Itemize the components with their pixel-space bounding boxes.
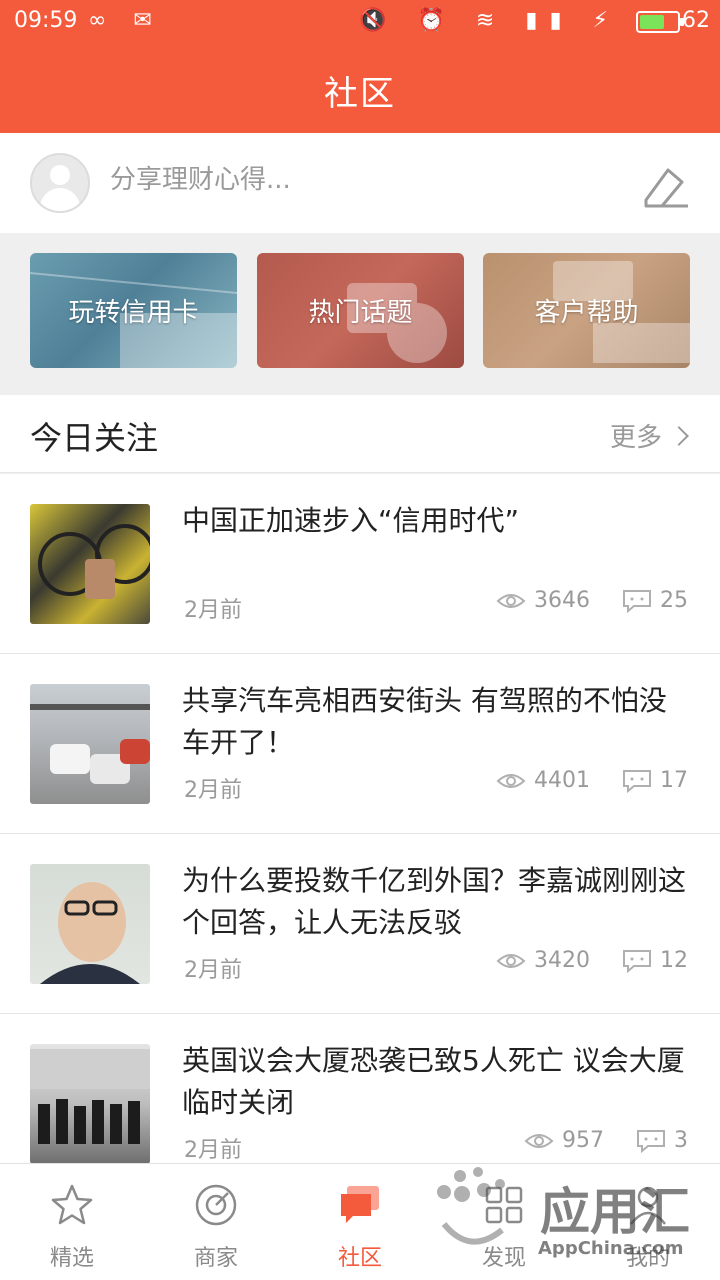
tab-label: 我的: [625, 1246, 670, 1271]
eye-icon: [496, 953, 526, 968]
eye-icon: [496, 773, 526, 788]
user-icon: [630, 1186, 666, 1225]
category-hot-topics[interactable]: 热门话题: [257, 253, 464, 368]
news-title: 共享汽车亮相西安街头 有驾照的不怕没车开了！: [182, 684, 667, 759]
category-customer-help[interactable]: 客户帮助: [483, 253, 690, 368]
title-bar: 社区: [0, 44, 720, 133]
comments-count: 3: [636, 1128, 688, 1153]
page-title: 社区: [324, 74, 396, 114]
tab-label: 发现: [481, 1246, 526, 1271]
section-header: 今日关注 更多: [0, 395, 720, 473]
comments-count: 12: [622, 948, 688, 973]
chat-bubbles-icon: [341, 1186, 379, 1223]
news-thumbnail: [30, 684, 150, 804]
share-input[interactable]: [110, 165, 590, 195]
views-value: 3420: [534, 948, 590, 973]
tab-label: 商家: [193, 1246, 238, 1271]
infinity-icon: ∞ ✉: [88, 8, 162, 33]
category-credit-card[interactable]: 玩转信用卡: [30, 253, 237, 368]
views-value: 3646: [534, 588, 590, 613]
more-link[interactable]: 更多: [609, 417, 689, 454]
news-thumbnail: [30, 864, 150, 984]
section-title: 今日关注: [30, 419, 159, 457]
more-label: 更多: [609, 423, 662, 453]
news-title: 中国正加速步入“信用时代”: [182, 504, 520, 537]
tab-label: 精选: [49, 1246, 94, 1271]
battery-level: 62: [682, 8, 710, 33]
news-time: 2月前: [184, 1138, 242, 1163]
tab-community[interactable]: 社区: [288, 1164, 432, 1280]
comments-value: 12: [660, 948, 688, 973]
tab-featured[interactable]: 精选: [0, 1164, 144, 1280]
news-thumbnail: [30, 504, 150, 624]
eye-icon: [524, 1133, 554, 1148]
comment-icon: [623, 589, 651, 613]
tab-discover[interactable]: 发现: [432, 1164, 576, 1280]
tab-mine[interactable]: 我的: [576, 1164, 720, 1280]
views-count: 3646: [496, 588, 590, 613]
edit-icon[interactable]: [640, 160, 692, 212]
news-time: 2月前: [184, 778, 242, 803]
comment-icon: [623, 949, 651, 973]
comments-value: 3: [674, 1128, 688, 1153]
news-title: 英国议会大厦恐袭已致5人死亡 议会大厦临时关闭: [182, 1044, 685, 1119]
comments-count: 17: [622, 768, 688, 793]
list-item[interactable]: 英国议会大厦恐袭已致5人死亡 议会大厦临时关闭 2月前 957 3: [0, 1014, 720, 1164]
news-time: 2月前: [184, 958, 242, 983]
share-bar: [0, 133, 720, 233]
avatar[interactable]: [30, 153, 90, 213]
views-count: 957: [524, 1128, 604, 1153]
star-icon: [51, 1184, 93, 1225]
comments-value: 25: [660, 588, 688, 613]
list-item[interactable]: 共享汽车亮相西安街头 有驾照的不怕没车开了！ 2月前 4401 17: [0, 654, 720, 834]
category-strip: 玩转信用卡 热门话题 客户帮助: [0, 233, 720, 395]
list-item[interactable]: 为什么要投数千亿到外国？李嘉诚刚刚这个回答，让人无法反驳 2月前 3420 12: [0, 834, 720, 1014]
status-bar: 09:59 ∞ ✉ 🔇 ⏰ ≋ ▮▮ ⚡ 62: [0, 0, 720, 44]
comments-value: 17: [660, 768, 688, 793]
views-value: 4401: [534, 768, 590, 793]
chevron-right-icon: [669, 426, 689, 446]
status-time: 09:59: [14, 8, 78, 33]
bottom-tab-bar: 精选 商家 社区 发现 我的: [0, 1163, 720, 1280]
news-title: 为什么要投数千亿到外国？李嘉诚刚刚这个回答，让人无法反驳: [182, 864, 687, 939]
news-thumbnail: [30, 1044, 150, 1164]
comment-icon: [637, 1129, 665, 1153]
views-count: 4401: [496, 768, 590, 793]
grid-icon: [485, 1186, 523, 1224]
tab-merchants[interactable]: 商家: [144, 1164, 288, 1280]
radar-icon: [195, 1184, 237, 1226]
views-value: 957: [562, 1128, 604, 1153]
category-label: 热门话题: [308, 298, 413, 328]
tab-label: 社区: [337, 1246, 382, 1271]
battery-icon: [636, 11, 684, 33]
category-label: 玩转信用卡: [68, 298, 199, 328]
views-count: 3420: [496, 948, 590, 973]
news-time: 2月前: [184, 598, 242, 623]
comments-count: 25: [622, 588, 688, 613]
eye-icon: [496, 593, 526, 608]
comment-icon: [623, 769, 651, 793]
category-label: 客户帮助: [534, 298, 639, 328]
status-icons: 🔇 ⏰ ≋ ▮▮ ⚡: [359, 8, 620, 33]
list-item[interactable]: 中国正加速步入“信用时代” 2月前 3646 25: [0, 474, 720, 654]
